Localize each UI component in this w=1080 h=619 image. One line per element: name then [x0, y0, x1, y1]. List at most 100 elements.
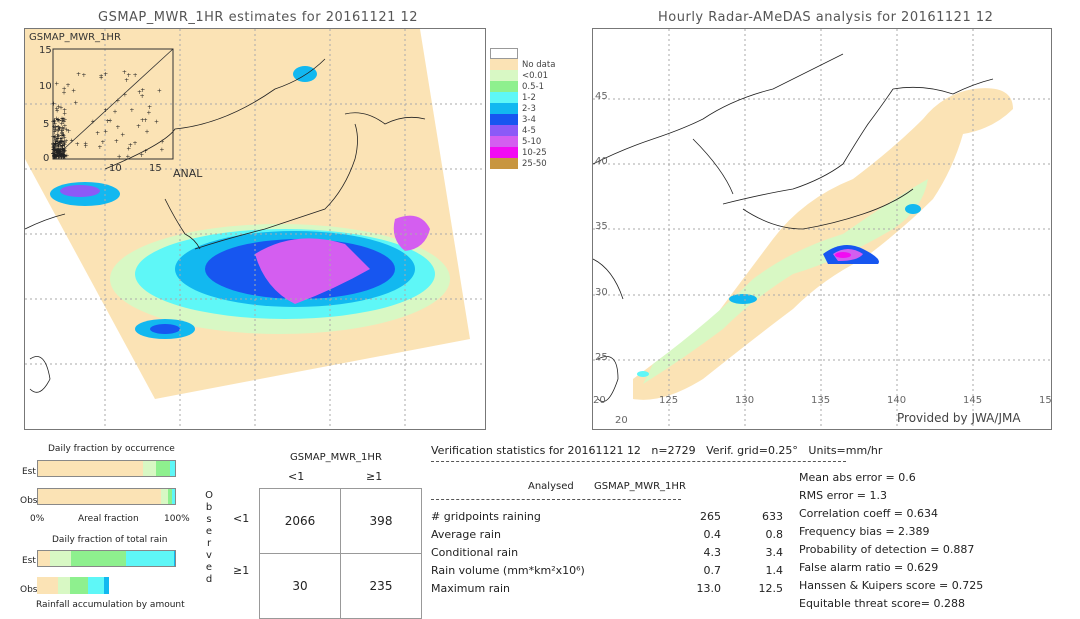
inset-y-tick: 0 [43, 153, 50, 164]
score-line: Probability of detection = 0.887 [799, 543, 975, 556]
occ-axis-label: Areal fraction [78, 514, 139, 524]
scatter-point: + [62, 85, 67, 92]
legend-label: 0.5-1 [522, 81, 544, 92]
occurrence-title: Daily fraction by occurrence [48, 444, 175, 454]
total-rain-footer: Rainfall accumulation by amount [36, 600, 185, 610]
legend-swatch [490, 158, 518, 169]
stat-label: Rain volume (mm*km²x10⁶) [431, 564, 585, 577]
observed-letter: O [205, 490, 213, 501]
stat-row: Rain volume (mm*km²x10⁶) 0.7 1.4 [431, 564, 783, 582]
stat-row: Average rain 0.4 0.8 [431, 528, 783, 546]
contingency-table: 2066 398 30 235 [259, 488, 422, 619]
lat-tick: 20 [615, 415, 628, 426]
legend-swatch [490, 92, 518, 103]
bar-segment [155, 461, 170, 476]
lon-tick: 130 [735, 395, 755, 406]
observed-letter: d [205, 574, 213, 585]
cell-hit: 235 [340, 553, 422, 619]
legend-label: 5-10 [522, 136, 542, 147]
legend-item: <0.01 [490, 70, 555, 81]
legend-item: No data [490, 59, 555, 70]
stat-label: Average rain [431, 528, 501, 541]
scatter-point: + [103, 71, 108, 78]
left-map-title: GSMAP_MWR_1HR estimates for 20161121 12 [98, 10, 419, 25]
observed-axis-label: Observed [203, 490, 215, 586]
stat-row: Conditional rain 4.3 3.4 [431, 546, 783, 564]
scatter-point: + [103, 107, 108, 114]
legend-swatch [490, 48, 518, 59]
bar-segment [103, 577, 110, 594]
legend-swatch [490, 136, 518, 147]
stat-analysed: 0.7 [703, 564, 722, 577]
occ-axis-left: 0% [30, 514, 45, 524]
legend-swatch [490, 70, 518, 81]
legend-item: 5-10 [490, 136, 555, 147]
scatter-point: + [137, 89, 142, 96]
occ-obs-label: Obs [20, 496, 38, 506]
bar-segment [173, 551, 175, 566]
score-line: Correlation coeff = 0.634 [799, 507, 938, 520]
scatter-point: + [55, 132, 60, 139]
inset-y-tick: 10 [39, 81, 52, 92]
bar-segment [37, 577, 58, 594]
legend-swatch [490, 81, 518, 92]
scatter-point: + [100, 139, 105, 146]
score-line: False alarm ratio = 0.629 [799, 561, 939, 574]
lat-tick: 35 [595, 221, 608, 232]
scatter-point: + [81, 72, 86, 79]
inset-x-tick: 15 [149, 163, 162, 174]
scatter-point: + [76, 71, 81, 78]
score-line: Mean abs error = 0.6 [799, 471, 916, 484]
observed-letter: e [205, 562, 213, 573]
scatter-point: + [66, 128, 71, 135]
total-rain-est-bar [37, 550, 176, 567]
scatter-point: + [160, 138, 165, 145]
satellite-swath [25, 29, 470, 399]
divider [431, 461, 846, 462]
legend-label: <0.01 [522, 70, 549, 81]
scatter-point: + [128, 142, 133, 149]
legend-item: 3-4 [490, 114, 555, 125]
scatter-point: + [105, 118, 110, 125]
stat-label: Maximum rain [431, 582, 510, 595]
observed-letter: s [206, 514, 212, 525]
lon-tick: 125 [659, 395, 679, 406]
scatter-point: + [53, 124, 58, 131]
bar-segment [125, 551, 174, 566]
observed-letter: e [205, 526, 213, 537]
cell-miss: 30 [259, 553, 341, 619]
scatter-point: + [133, 140, 138, 147]
col-model: GSMAP_MWR_1HR [594, 481, 686, 492]
scatter-point: + [115, 98, 120, 105]
verification-rows: # gridpoints raining 265 633 Average rain 0.… [431, 510, 783, 600]
scatter-point: + [54, 106, 59, 113]
inset-x-tick: 10 [109, 163, 122, 174]
bar-segment [38, 489, 162, 504]
verification-header: Verification statistics for 20161121 12 … [431, 444, 883, 457]
lat-tick: 25 [595, 352, 608, 363]
scatter-point: + [61, 126, 66, 133]
bar-segment [70, 577, 89, 594]
scatter-point: + [139, 152, 144, 159]
stat-analysed: 13.0 [696, 582, 722, 595]
divider [431, 499, 681, 500]
data-credit: Provided by JWA/JMA [897, 411, 1021, 425]
verification-scores: Mean abs error = 0.6 RMS error = 1.3 Corre… [799, 471, 983, 615]
scatter-point: + [125, 154, 130, 161]
rain-obs-label: Obs [20, 585, 38, 595]
legend-swatch [490, 147, 518, 158]
legend-label: 10-25 [522, 147, 547, 158]
scatter-point: + [113, 109, 118, 116]
observed-letter: r [206, 538, 212, 549]
legend-label: 4-5 [522, 125, 536, 136]
legend-item: 1-2 [490, 92, 555, 103]
legend-label: 3-4 [522, 114, 536, 125]
bar-segment [172, 489, 175, 504]
stat-analysed: 265 [700, 510, 721, 523]
stat-model: 12.5 [758, 582, 784, 595]
legend-swatch [490, 114, 518, 125]
bar-segment [70, 551, 126, 566]
scatter-point: + [54, 81, 59, 88]
score-line: Hanssen & Kuipers score = 0.725 [799, 579, 984, 592]
contingency-title: GSMAP_MWR_1HR [290, 452, 382, 463]
